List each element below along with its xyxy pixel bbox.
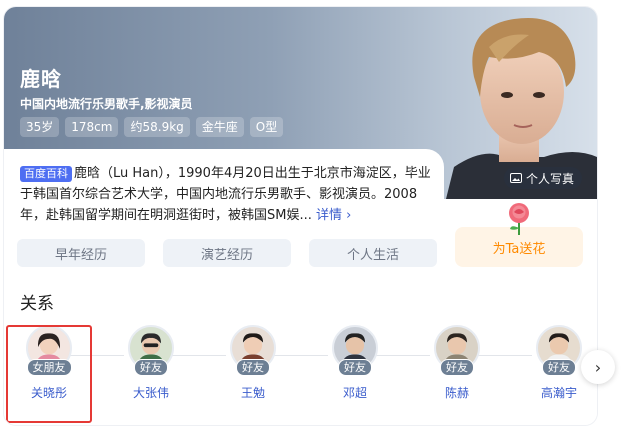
tag-weight: 约58.9kg xyxy=(124,117,190,137)
relation-badge: 女朋友 xyxy=(26,359,72,376)
tag-height: 178cm xyxy=(65,117,119,137)
relation-item[interactable]: 好友 邓超 xyxy=(315,325,395,401)
relation-badge: 好友 xyxy=(134,359,168,376)
bio-more-link[interactable]: 详情 › xyxy=(316,208,351,223)
tag-age: 35岁 xyxy=(20,117,60,137)
relation-item[interactable]: 好友 王勉 xyxy=(213,325,293,401)
topic-chips: 早年经历 演艺经历 个人生活 xyxy=(17,239,437,267)
baike-badge[interactable]: 百度百科 xyxy=(20,166,72,182)
relations-next-button[interactable]: › xyxy=(581,350,615,384)
person-subtitle: 中国内地流行乐男歌手,影视演员 xyxy=(20,97,193,111)
personal-photos-label: 个人写真 xyxy=(526,171,575,186)
relations-title: 关系 xyxy=(20,294,54,314)
chevron-right-icon: › xyxy=(594,357,602,377)
relation-name[interactable]: 陈赫 xyxy=(445,384,469,401)
relations-row: 女朋友 关晓彤 好友 大张伟 好友 王勉 好友 邓超 好友 陈赫 好友 高瀚宇 xyxy=(4,325,597,423)
relation-name[interactable]: 大张伟 xyxy=(133,384,169,401)
bio-summary: 百度百科 鹿晗（Lu Han），1990年4月20日出生于北京市海淀区，毕业于韩国… xyxy=(20,163,440,226)
personal-photos-button[interactable]: 个人写真 xyxy=(504,167,583,189)
relation-badge: 好友 xyxy=(338,359,372,376)
bio-text: 鹿晗（Lu Han），1990年4月20日出生于北京市海淀区，毕业于韩国首尔综合… xyxy=(20,166,431,223)
relation-name[interactable]: 王勉 xyxy=(241,384,265,401)
image-icon xyxy=(510,173,522,183)
rose-icon xyxy=(509,203,529,235)
tag-blood-type: O型 xyxy=(249,117,284,137)
person-card: 鹿晗 中国内地流行乐男歌手,影视演员 35岁 178cm 约58.9kg 金牛座… xyxy=(4,7,597,425)
chip-personal-life[interactable]: 个人生活 xyxy=(309,239,437,267)
relation-name[interactable]: 邓超 xyxy=(343,384,367,401)
send-flower-label: 为Ta送花 xyxy=(492,241,546,257)
relation-badge: 好友 xyxy=(542,359,576,376)
person-tags: 35岁 178cm 约58.9kg 金牛座 O型 xyxy=(20,117,284,137)
relation-name[interactable]: 高瀚宇 xyxy=(541,384,577,401)
person-name: 鹿晗 xyxy=(20,67,62,91)
relation-item[interactable]: 好友 大张伟 xyxy=(111,325,191,401)
chip-career[interactable]: 演艺经历 xyxy=(163,239,291,267)
relation-item[interactable]: 好友 陈赫 xyxy=(417,325,497,401)
relation-badge: 好友 xyxy=(236,359,270,376)
relation-badge: 好友 xyxy=(440,359,474,376)
chip-early-life[interactable]: 早年经历 xyxy=(17,239,145,267)
tag-zodiac: 金牛座 xyxy=(195,117,244,137)
